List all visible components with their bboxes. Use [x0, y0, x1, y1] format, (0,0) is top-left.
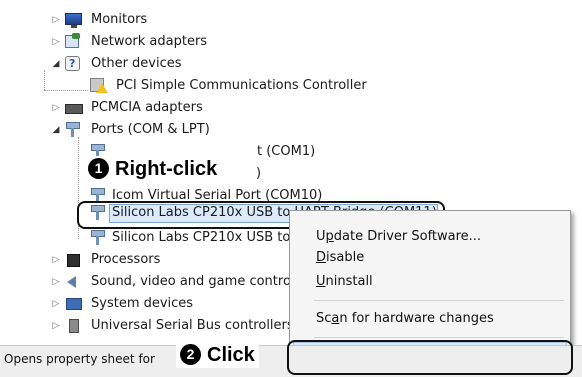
expand-arrow-icon[interactable]: ▷ — [51, 97, 61, 119]
port-icon — [66, 122, 80, 137]
expand-arrow-icon[interactable]: ▷ — [51, 31, 61, 53]
tree-item-label: t (COM1) — [257, 144, 316, 159]
menu-item-uninstall[interactable]: Uninstall — [316, 271, 373, 293]
unknown-device-icon — [65, 53, 80, 75]
expand-arrow-icon[interactable]: ▷ — [51, 9, 61, 31]
tree-item-label: Ports (COM & LPT) — [91, 122, 210, 137]
tree-connector — [44, 90, 88, 91]
menu-item-update-driver[interactable]: Update Driver Software... — [316, 226, 481, 248]
usb-icon — [69, 319, 79, 333]
tree-item-label: Sound, video and game controllers — [91, 274, 319, 289]
step1-callout: 1 Right-click — [86, 156, 222, 182]
collapse-arrow-icon[interactable]: ◢ — [51, 119, 61, 141]
network-adapter-icon — [65, 33, 80, 48]
tree-item-label: Processors — [91, 252, 161, 267]
tree-connector — [44, 70, 45, 90]
menu-separator — [314, 337, 564, 338]
tree-item-label: Other devices — [91, 56, 182, 71]
expand-arrow-icon[interactable]: ▷ — [51, 293, 61, 315]
port-icon — [91, 188, 105, 203]
tree-item-label: ) — [256, 166, 262, 181]
expand-arrow-icon[interactable]: ▷ — [51, 315, 61, 337]
tree-item-label: System devices — [91, 296, 194, 311]
menu-item-scan-hardware[interactable]: Scan for hardware changes — [316, 308, 494, 330]
expand-arrow-icon[interactable]: ▷ — [51, 249, 61, 271]
tree-item-label: Monitors — [91, 12, 148, 27]
pcmcia-card-icon — [65, 104, 83, 114]
tree-item-label: Universal Serial Bus controllers — [91, 318, 294, 333]
port-icon — [91, 230, 105, 245]
step2-number-badge: 2 — [180, 344, 201, 365]
port-icon — [91, 144, 105, 159]
status-text: Opens property sheet for — [4, 352, 155, 366]
step2-label: Click — [207, 344, 255, 366]
system-device-icon — [66, 298, 82, 310]
menu-separator — [314, 300, 564, 301]
step2-callout: 2 Click — [176, 342, 259, 368]
warning-device-icon — [90, 78, 108, 93]
speaker-icon — [67, 276, 76, 288]
tree-item-label: PCMCIA adapters — [91, 100, 203, 115]
expand-arrow-icon[interactable]: ▷ — [51, 271, 61, 293]
click-highlight-ring — [287, 340, 573, 375]
collapse-arrow-icon[interactable]: ◢ — [51, 53, 61, 75]
tree-item-label: PCI Simple Communications Controller — [116, 78, 367, 93]
monitor-icon — [65, 13, 82, 28]
menu-item-disable[interactable]: Disable — [316, 247, 364, 269]
step1-number-badge: 1 — [88, 158, 109, 179]
step1-label: Right-click — [115, 158, 218, 180]
processor-icon — [67, 254, 80, 267]
tree-item-label: Network adapters — [91, 34, 208, 49]
